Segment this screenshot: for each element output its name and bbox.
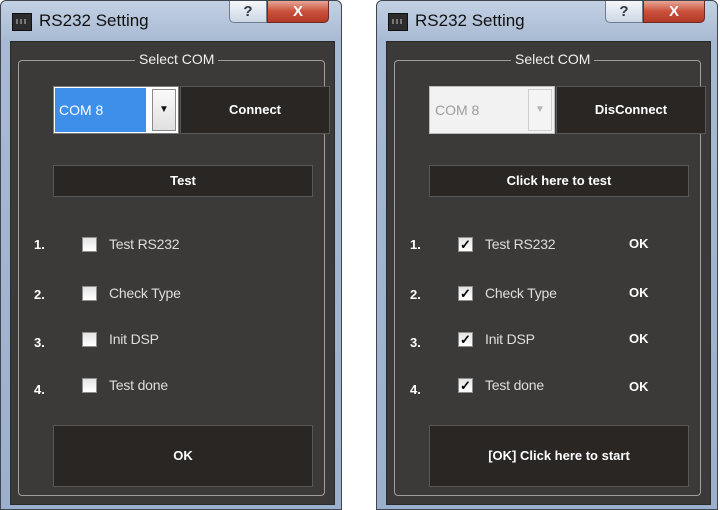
chevron-down-icon[interactable]: ▼ <box>152 89 176 131</box>
close-button[interactable]: X <box>643 1 705 23</box>
client-area: Select COM COM 8 ▼ DisConnect Click here… <box>386 41 711 505</box>
step-status: OK <box>629 285 649 300</box>
step-status: OK <box>629 236 649 251</box>
rs232-setting-dialog: RS232 Setting ? X Select COM COM 8 ▼ Dis… <box>376 0 718 510</box>
group-label: Select COM <box>511 51 595 67</box>
help-button[interactable]: ? <box>605 1 643 23</box>
com-port-select[interactable]: COM 8 ▼ <box>53 86 179 134</box>
step-number: 2. <box>34 287 45 302</box>
window-title: RS232 Setting <box>415 11 525 30</box>
screenshot-stage: RS232 Setting ? X Select COM COM 8 ▼ Con… <box>0 0 720 510</box>
disconnect-button[interactable]: DisConnect <box>556 86 706 134</box>
rs232-app-icon <box>12 13 32 31</box>
step-status: OK <box>629 331 649 346</box>
step-label: Check Type <box>485 285 557 301</box>
step-number: 2. <box>410 287 421 302</box>
step-label: Init DSP <box>485 331 535 347</box>
com-port-value: COM 8 <box>55 88 146 132</box>
step-checkbox-init-dsp[interactable]: ✓ <box>458 332 473 347</box>
step-label: Test RS232 <box>485 236 556 252</box>
help-icon: ? <box>243 3 253 20</box>
test-button[interactable]: Test <box>53 165 313 197</box>
help-button[interactable]: ? <box>229 1 267 23</box>
connect-button[interactable]: Connect <box>180 86 330 134</box>
step-number: 4. <box>410 382 421 397</box>
group-label: Select COM <box>135 51 219 67</box>
start-button[interactable]: [OK] Click here to start <box>429 425 689 487</box>
com-port-select[interactable]: COM 8 ▼ <box>429 86 555 134</box>
close-button[interactable]: X <box>267 1 329 23</box>
step-label: Test RS232 <box>109 236 180 252</box>
step-checkbox-test-done[interactable] <box>82 378 97 393</box>
step-checkbox-test-rs232[interactable]: ✓ <box>458 237 473 252</box>
rs232-app-icon <box>388 13 408 31</box>
step-status: OK <box>629 379 649 394</box>
step-checkbox-test-done[interactable]: ✓ <box>458 378 473 393</box>
step-label: Test done <box>109 377 168 393</box>
help-icon: ? <box>619 3 629 20</box>
title-bar[interactable]: RS232 Setting ? X <box>1 1 341 41</box>
title-bar[interactable]: RS232 Setting ? X <box>377 1 717 41</box>
step-checkbox-init-dsp[interactable] <box>82 332 97 347</box>
rs232-setting-dialog: RS232 Setting ? X Select COM COM 8 ▼ Con… <box>0 0 342 510</box>
chevron-down-icon[interactable]: ▼ <box>528 89 552 131</box>
test-button[interactable]: Click here to test <box>429 165 689 197</box>
step-label: Check Type <box>109 285 181 301</box>
step-number: 3. <box>410 335 421 350</box>
step-number: 3. <box>34 335 45 350</box>
step-label: Test done <box>485 377 544 393</box>
step-checkbox-test-rs232[interactable] <box>82 237 97 252</box>
step-number: 1. <box>34 237 45 252</box>
window-title: RS232 Setting <box>39 11 149 30</box>
step-checkbox-check-type[interactable]: ✓ <box>458 286 473 301</box>
step-number: 1. <box>410 237 421 252</box>
com-port-value: COM 8 <box>431 88 522 132</box>
close-icon: X <box>668 3 679 20</box>
step-checkbox-check-type[interactable] <box>82 286 97 301</box>
close-icon: X <box>292 3 303 20</box>
start-button[interactable]: OK <box>53 425 313 487</box>
client-area: Select COM COM 8 ▼ Connect Test 1. Test … <box>10 41 335 505</box>
step-label: Init DSP <box>109 331 159 347</box>
step-number: 4. <box>34 382 45 397</box>
